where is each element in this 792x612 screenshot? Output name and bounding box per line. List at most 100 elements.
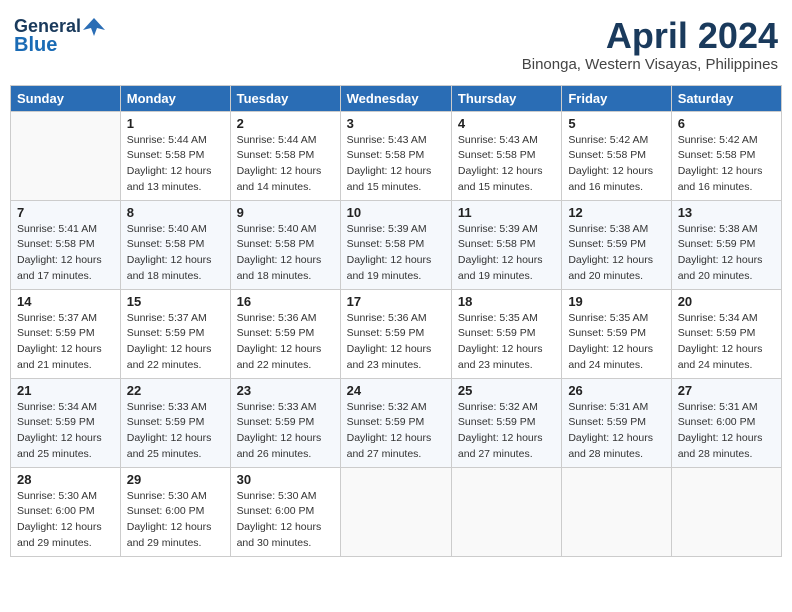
calendar-week-1: 1 Sunrise: 5:44 AM Sunset: 5:58 PM Daylig… — [11, 111, 782, 200]
day-info: Sunrise: 5:40 AM Sunset: 5:58 PM Dayligh… — [127, 222, 224, 285]
day-info: Sunrise: 5:36 AM Sunset: 5:59 PM Dayligh… — [237, 311, 334, 374]
calendar-cell: 26 Sunrise: 5:31 AM Sunset: 5:59 PM Dayli… — [562, 378, 671, 467]
day-number: 4 — [458, 116, 555, 131]
day-info: Sunrise: 5:34 AM Sunset: 5:59 PM Dayligh… — [678, 311, 775, 374]
day-number: 22 — [127, 383, 224, 398]
day-info: Sunrise: 5:31 AM Sunset: 6:00 PM Dayligh… — [678, 400, 775, 463]
calendar-cell: 15 Sunrise: 5:37 AM Sunset: 5:59 PM Dayli… — [120, 289, 230, 378]
calendar-cell: 28 Sunrise: 5:30 AM Sunset: 6:00 PM Dayli… — [11, 467, 121, 556]
day-info: Sunrise: 5:35 AM Sunset: 5:59 PM Dayligh… — [568, 311, 664, 374]
calendar-cell: 25 Sunrise: 5:32 AM Sunset: 5:59 PM Dayli… — [451, 378, 561, 467]
day-number: 30 — [237, 472, 334, 487]
weekday-header-thursday: Thursday — [451, 85, 561, 111]
day-info: Sunrise: 5:41 AM Sunset: 5:58 PM Dayligh… — [17, 222, 114, 285]
day-number: 2 — [237, 116, 334, 131]
day-number: 15 — [127, 294, 224, 309]
day-info: Sunrise: 5:32 AM Sunset: 5:59 PM Dayligh… — [458, 400, 555, 463]
day-number: 20 — [678, 294, 775, 309]
day-number: 18 — [458, 294, 555, 309]
calendar-cell: 21 Sunrise: 5:34 AM Sunset: 5:59 PM Dayli… — [11, 378, 121, 467]
calendar-cell: 3 Sunrise: 5:43 AM Sunset: 5:58 PM Daylig… — [340, 111, 451, 200]
day-number: 13 — [678, 205, 775, 220]
calendar-cell: 9Sunrise: 5:40 AM Sunset: 5:58 PM Daylig… — [230, 200, 340, 289]
weekday-header-friday: Friday — [562, 85, 671, 111]
day-info: Sunrise: 5:33 AM Sunset: 5:59 PM Dayligh… — [127, 400, 224, 463]
day-info: Sunrise: 5:39 AM Sunset: 5:58 PM Dayligh… — [458, 222, 555, 285]
calendar-cell: 8 Sunrise: 5:40 AM Sunset: 5:58 PM Daylig… — [120, 200, 230, 289]
logo: General Blue — [14, 16, 105, 56]
day-info: Sunrise: 5:32 AM Sunset: 5:59 PM Dayligh… — [347, 400, 445, 463]
day-info: Sunrise: 5:38 AM Sunset: 5:59 PM Dayligh… — [568, 222, 664, 285]
weekday-header-saturday: Saturday — [671, 85, 781, 111]
calendar-cell: 29Sunrise: 5:30 AM Sunset: 6:00 PM Dayli… — [120, 467, 230, 556]
day-number: 28 — [17, 472, 114, 487]
logo-text-blue: Blue — [14, 34, 57, 56]
day-info: Sunrise: 5:42 AM Sunset: 5:58 PM Dayligh… — [678, 133, 775, 196]
day-number: 26 — [568, 383, 664, 398]
calendar-cell: 10Sunrise: 5:39 AM Sunset: 5:58 PM Dayli… — [340, 200, 451, 289]
calendar-cell — [340, 467, 451, 556]
day-info: Sunrise: 5:43 AM Sunset: 5:58 PM Dayligh… — [347, 133, 445, 196]
calendar-cell: 30 Sunrise: 5:30 AM Sunset: 6:00 PM Dayli… — [230, 467, 340, 556]
day-number: 3 — [347, 116, 445, 131]
weekday-header-wednesday: Wednesday — [340, 85, 451, 111]
weekday-header-tuesday: Tuesday — [230, 85, 340, 111]
page-subtitle: Binonga, Western Visayas, Philippines — [522, 56, 778, 73]
calendar-cell: 24 Sunrise: 5:32 AM Sunset: 5:59 PM Dayli… — [340, 378, 451, 467]
calendar-week-2: 7 Sunrise: 5:41 AM Sunset: 5:58 PM Daylig… — [11, 200, 782, 289]
calendar-cell — [11, 111, 121, 200]
calendar-week-5: 28 Sunrise: 5:30 AM Sunset: 6:00 PM Dayli… — [11, 467, 782, 556]
day-info: Sunrise: 5:34 AM Sunset: 5:59 PM Dayligh… — [17, 400, 114, 463]
calendar-cell: 13 Sunrise: 5:38 AM Sunset: 5:59 PM Dayli… — [671, 200, 781, 289]
day-number: 27 — [678, 383, 775, 398]
day-number: 24 — [347, 383, 445, 398]
day-number: 12 — [568, 205, 664, 220]
calendar-cell: 1 Sunrise: 5:44 AM Sunset: 5:58 PM Daylig… — [120, 111, 230, 200]
calendar-cell: 19 Sunrise: 5:35 AM Sunset: 5:59 PM Dayli… — [562, 289, 671, 378]
day-number: 25 — [458, 383, 555, 398]
day-number: 19 — [568, 294, 664, 309]
calendar-cell: 20 Sunrise: 5:34 AM Sunset: 5:59 PM Dayli… — [671, 289, 781, 378]
day-info: Sunrise: 5:42 AM Sunset: 5:58 PM Dayligh… — [568, 133, 664, 196]
page-title: April 2024 — [522, 16, 778, 56]
day-info: Sunrise: 5:44 AM Sunset: 5:58 PM Dayligh… — [127, 133, 224, 196]
day-info: Sunrise: 5:37 AM Sunset: 5:59 PM Dayligh… — [17, 311, 114, 374]
calendar-cell: 7 Sunrise: 5:41 AM Sunset: 5:58 PM Daylig… — [11, 200, 121, 289]
day-info: Sunrise: 5:37 AM Sunset: 5:59 PM Dayligh… — [127, 311, 224, 374]
calendar-cell: 18 Sunrise: 5:35 AM Sunset: 5:59 PM Dayli… — [451, 289, 561, 378]
page-header: General Blue April 2024 Binonga, Western… — [10, 10, 782, 79]
day-number: 17 — [347, 294, 445, 309]
day-number: 23 — [237, 383, 334, 398]
calendar-table: SundayMondayTuesdayWednesdayThursdayFrid… — [10, 85, 782, 557]
weekday-header-monday: Monday — [120, 85, 230, 111]
calendar-cell — [562, 467, 671, 556]
day-info: Sunrise: 5:31 AM Sunset: 5:59 PM Dayligh… — [568, 400, 664, 463]
calendar-week-4: 21 Sunrise: 5:34 AM Sunset: 5:59 PM Dayli… — [11, 378, 782, 467]
day-number: 14 — [17, 294, 114, 309]
day-info: Sunrise: 5:39 AM Sunset: 5:58 PM Dayligh… — [347, 222, 445, 285]
day-number: 9 — [237, 205, 334, 220]
title-block: April 2024 Binonga, Western Visayas, Phi… — [522, 16, 778, 73]
day-info: Sunrise: 5:35 AM Sunset: 5:59 PM Dayligh… — [458, 311, 555, 374]
day-info: Sunrise: 5:30 AM Sunset: 6:00 PM Dayligh… — [17, 489, 114, 552]
day-info: Sunrise: 5:33 AM Sunset: 5:59 PM Dayligh… — [237, 400, 334, 463]
calendar-cell: 14 Sunrise: 5:37 AM Sunset: 5:59 PM Dayli… — [11, 289, 121, 378]
day-number: 8 — [127, 205, 224, 220]
day-number: 7 — [17, 205, 114, 220]
day-number: 6 — [678, 116, 775, 131]
day-number: 21 — [17, 383, 114, 398]
calendar-cell — [451, 467, 561, 556]
day-info: Sunrise: 5:38 AM Sunset: 5:59 PM Dayligh… — [678, 222, 775, 285]
day-info: Sunrise: 5:30 AM Sunset: 6:00 PM Dayligh… — [127, 489, 224, 552]
calendar-cell: 11Sunrise: 5:39 AM Sunset: 5:58 PM Dayli… — [451, 200, 561, 289]
day-info: Sunrise: 5:36 AM Sunset: 5:59 PM Dayligh… — [347, 311, 445, 374]
day-info: Sunrise: 5:30 AM Sunset: 6:00 PM Dayligh… — [237, 489, 334, 552]
calendar-cell: 23 Sunrise: 5:33 AM Sunset: 5:59 PM Dayli… — [230, 378, 340, 467]
calendar-cell: 27 Sunrise: 5:31 AM Sunset: 6:00 PM Dayli… — [671, 378, 781, 467]
calendar-cell: 2Sunrise: 5:44 AM Sunset: 5:58 PM Daylig… — [230, 111, 340, 200]
day-info: Sunrise: 5:43 AM Sunset: 5:58 PM Dayligh… — [458, 133, 555, 196]
calendar-cell: 17 Sunrise: 5:36 AM Sunset: 5:59 PM Dayli… — [340, 289, 451, 378]
day-number: 1 — [127, 116, 224, 131]
calendar-cell: 12 Sunrise: 5:38 AM Sunset: 5:59 PM Dayli… — [562, 200, 671, 289]
calendar-cell — [671, 467, 781, 556]
